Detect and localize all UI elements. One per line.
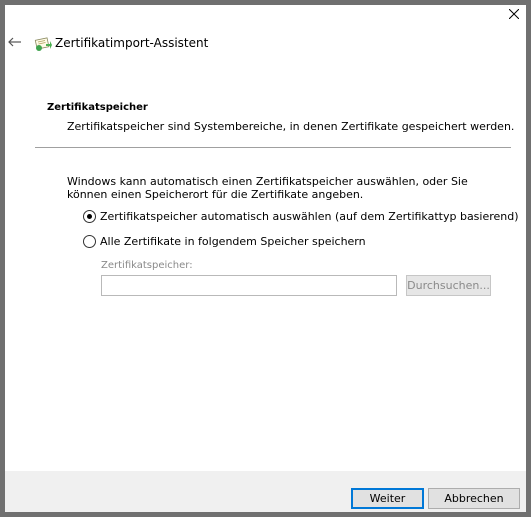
section-heading: Zertifikatspeicher xyxy=(47,102,148,113)
back-arrow-icon xyxy=(7,37,21,47)
option-auto-select[interactable]: Zertifikatspeicher automatisch auswählen… xyxy=(83,210,519,223)
wizard-window: Zertifikatimport-Assistent Zertifikatspe… xyxy=(0,0,531,517)
wizard-content: Zertifikatimport-Assistent Zertifikatspe… xyxy=(5,5,526,512)
intro-text: Windows kann automatisch einen Zertifika… xyxy=(67,175,468,201)
store-label: Zertifikatspeicher: xyxy=(101,260,193,271)
option-specific-store-label: Alle Zertifikate in folgendem Speicher s… xyxy=(100,235,366,248)
radio-button[interactable] xyxy=(83,235,96,248)
next-button[interactable]: Weiter xyxy=(351,488,424,509)
certificate-icon xyxy=(34,37,52,51)
browse-button[interactable]: Durchsuchen... xyxy=(406,275,491,296)
window-title: Zertifikatimport-Assistent xyxy=(55,36,209,50)
option-specific-store[interactable]: Alle Zertifikate in folgendem Speicher s… xyxy=(83,235,366,248)
divider xyxy=(35,147,511,148)
radio-button-checked[interactable] xyxy=(83,210,96,223)
close-button[interactable] xyxy=(502,5,526,23)
store-input[interactable] xyxy=(101,275,397,296)
option-auto-select-label: Zertifikatspeicher automatisch auswählen… xyxy=(100,210,519,223)
section-description: Zertifikatspeicher sind Systembereiche, … xyxy=(67,120,515,133)
cancel-button[interactable]: Abbrechen xyxy=(428,488,520,509)
close-icon xyxy=(509,9,519,19)
back-button[interactable] xyxy=(7,35,21,49)
